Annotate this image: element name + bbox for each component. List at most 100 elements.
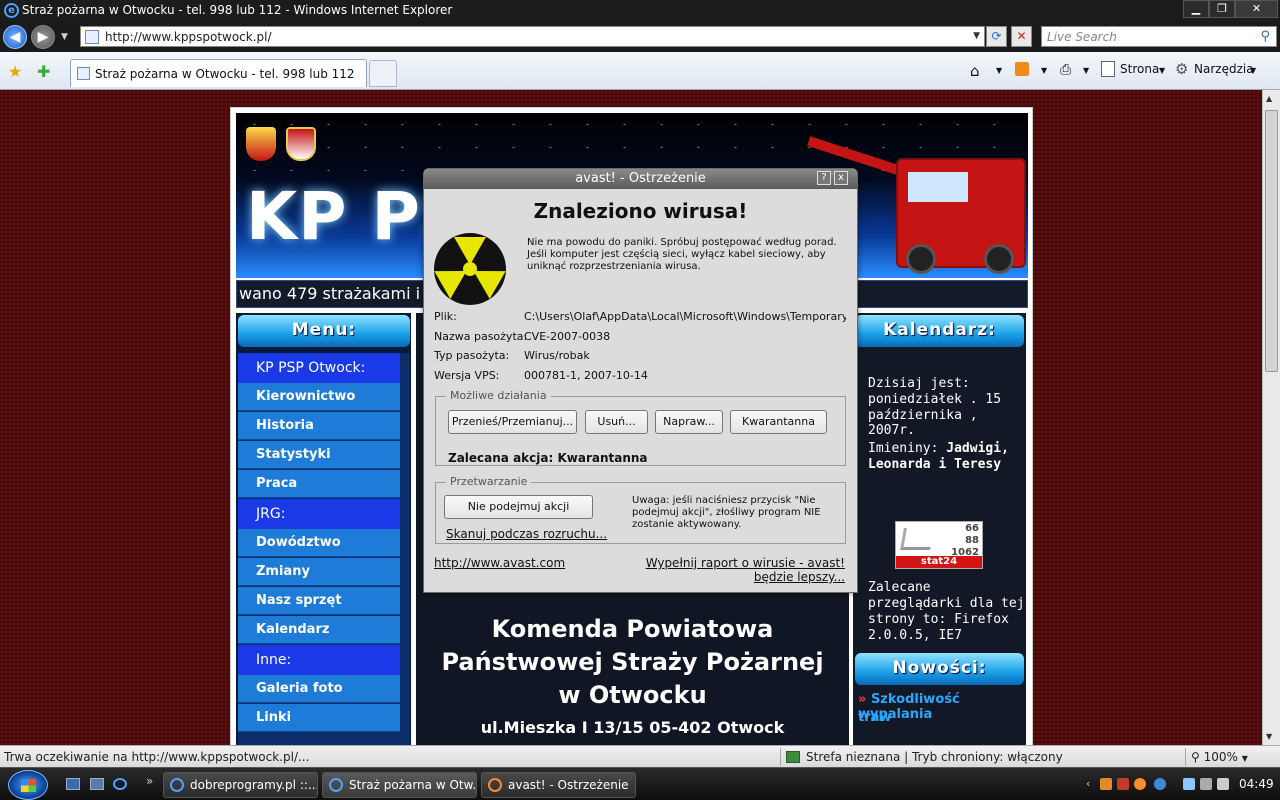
processing-group: Przetwarzanie Nie podejmuj akcji Skanuj … <box>435 475 846 544</box>
back-arrow-icon[interactable]: ◀ <box>3 25 27 49</box>
address-dropdown-icon[interactable]: ▼ <box>973 31 980 41</box>
vps-version-label: Wersja VPS: <box>434 369 500 382</box>
menu-item[interactable]: Statystyki <box>238 441 400 469</box>
home-dropdown-icon[interactable]: ▼ <box>996 66 1002 75</box>
minimize-button[interactable]: ▁ <box>1183 0 1209 18</box>
status-text: Trwa oczekiwanie na http://www.kppspotwo… <box>4 750 310 764</box>
headquarters-address: ul.Mieszka I 13/15 05-402 Otwock <box>480 718 785 737</box>
tools-menu-dropdown-icon[interactable]: ▼ <box>1250 66 1256 75</box>
name-day-names2: Leonarda i Teresy <box>868 457 1002 472</box>
avast-tray-icon[interactable] <box>1134 778 1146 790</box>
dialog-close-button[interactable]: x <box>834 171 848 185</box>
tab-active[interactable]: Straż pożarna w Otwocku - tel. 998 lub 1… <box>70 59 367 87</box>
zoom-dropdown-icon[interactable]: ▼ <box>1242 754 1248 763</box>
maximize-button[interactable]: ❐ <box>1209 0 1235 18</box>
radiation-warning-icon <box>434 233 506 305</box>
menu-item[interactable]: Dowództwo <box>238 529 400 557</box>
news-link-text2[interactable]: traw <box>858 710 891 725</box>
tray-icon-6[interactable] <box>1200 778 1212 790</box>
switch-windows-icon[interactable] <box>90 778 104 790</box>
taskbar-item-label: dobreprogramy.pl ::... <box>190 778 318 792</box>
new-tab-button[interactable] <box>369 60 397 87</box>
favorites-star-icon[interactable]: ★ <box>8 62 22 81</box>
menu-section-header[interactable]: JRG: <box>238 499 400 529</box>
tray-icon-5[interactable] <box>1183 778 1195 790</box>
close-window-button[interactable]: ✕ <box>1235 0 1278 18</box>
move-rename-button[interactable]: Przenieś/Przemianuj... <box>448 410 577 434</box>
news-bullet-icon: » <box>858 692 867 707</box>
tray-icon-2[interactable] <box>1117 778 1129 790</box>
city-crest-icon <box>286 127 316 161</box>
actions-group: Możliwe działania Przenieś/Przemianuj...… <box>435 389 846 466</box>
menu-item[interactable]: Kierownictwo <box>238 383 400 411</box>
today-date-line1: poniedziałek . 15 <box>868 392 1002 407</box>
clock[interactable]: 04:49 <box>1239 777 1274 791</box>
file-label: Plik: <box>434 310 457 323</box>
add-favorite-icon[interactable]: ✚ <box>37 62 50 81</box>
dialog-help-button[interactable]: ? <box>817 171 831 185</box>
menu-section-header[interactable]: Inne: <box>238 645 400 675</box>
address-toolbar: ◀ ▶ ▼ http://www.kppspotwock.pl/ ▼ ⟳ ✕ L… <box>0 22 1280 52</box>
tab-page-icon <box>77 67 90 80</box>
avast-warning-dialog: avast! - Ostrzeżenie ? x Znaleziono wiru… <box>423 168 858 593</box>
menu-item[interactable]: Nasz sprzęt <box>238 587 400 615</box>
tray-icon-1[interactable] <box>1100 778 1112 790</box>
network-tray-icon[interactable] <box>1154 778 1166 790</box>
delete-button[interactable]: Usuń... <box>585 410 648 434</box>
zoom-level[interactable]: ⚲ 100% ▼ <box>1191 750 1248 764</box>
tray-expand-icon[interactable]: ‹ <box>1086 777 1090 790</box>
fire-service-crest-icon <box>246 127 276 161</box>
ie-quicklaunch-icon[interactable] <box>113 778 127 790</box>
vertical-scrollbar[interactable]: ▲ ▼ <box>1262 90 1280 745</box>
no-action-button[interactable]: Nie podejmuj akcji <box>444 495 593 519</box>
avast-website-link[interactable]: http://www.avast.com <box>434 556 565 570</box>
page-menu[interactable]: Strona <box>1120 62 1159 76</box>
quicklaunch-more-icon[interactable]: » <box>146 774 153 788</box>
browsers-line1: Zalecane <box>868 580 931 595</box>
stat24-counter[interactable]: 66 88 1062 stat24 <box>895 521 983 569</box>
scroll-thumb[interactable] <box>1265 110 1278 372</box>
taskbar-item-avast[interactable]: avast! - Ostrzeżenie <box>481 772 636 798</box>
virus-report-link[interactable]: Wypełnij raport o wirusie - avast! będzi… <box>615 556 845 584</box>
forward-arrow-icon[interactable]: ▶ <box>31 25 55 49</box>
menu-item[interactable]: Kalendarz zmianowy <box>238 616 400 665</box>
tools-menu[interactable]: Narzędzia <box>1194 62 1254 76</box>
stop-icon[interactable]: ✕ <box>1011 26 1032 47</box>
search-input[interactable]: Live Search ⚲ <box>1041 26 1277 47</box>
show-desktop-icon[interactable] <box>66 778 80 790</box>
taskbar: » dobreprogramy.pl ::... Straż pożarna w… <box>0 767 1280 800</box>
menu-item[interactable]: Linki <box>238 704 400 732</box>
volume-tray-icon[interactable] <box>1217 778 1229 790</box>
address-bar[interactable]: http://www.kppspotwock.pl/ ▼ <box>80 26 985 47</box>
parasite-type-label: Typ pasożyta: <box>434 349 510 362</box>
page-menu-dropdown-icon[interactable]: ▼ <box>1159 66 1165 75</box>
home-icon[interactable]: ⌂ <box>970 62 980 80</box>
menu-item[interactable]: Praca <box>238 470 400 498</box>
zoom-magnifier-icon: ⚲ <box>1191 750 1200 764</box>
rss-feed-icon[interactable] <box>1015 62 1029 76</box>
search-icon[interactable]: ⚲ <box>1260 29 1270 44</box>
refresh-icon[interactable]: ⟳ <box>986 26 1007 47</box>
parasite-type-value: Wirus/robak <box>524 349 590 362</box>
page-content: KP PSP wano 479 strażakami i 72 w Menu: … <box>0 90 1262 745</box>
menu-list: KP PSP Otwock: Kierownictwo Historia Statys… <box>238 353 410 745</box>
start-button[interactable] <box>8 770 48 800</box>
scroll-up-icon[interactable]: ▲ <box>1266 94 1272 103</box>
menu-section-header[interactable]: KP PSP Otwock: <box>238 353 400 383</box>
repair-button[interactable]: Napraw... <box>655 410 723 434</box>
scroll-down-icon[interactable]: ▼ <box>1266 732 1272 741</box>
feed-dropdown-icon[interactable]: ▼ <box>1041 66 1047 75</box>
menu-item[interactable]: Historia <box>238 412 400 440</box>
page-menu-icon <box>1101 61 1115 77</box>
print-icon[interactable]: ⎙ <box>1060 62 1071 78</box>
taskbar-item-dobreprogramy[interactable]: dobreprogramy.pl ::... <box>163 772 318 798</box>
quarantine-button[interactable]: Kwarantanna <box>730 410 827 434</box>
history-dropdown-icon[interactable]: ▼ <box>61 32 68 42</box>
scan-on-boot-link[interactable]: Skanuj podczas rozruchu... <box>446 527 607 541</box>
status-separator-2 <box>1185 748 1186 766</box>
print-dropdown-icon[interactable]: ▼ <box>1083 66 1089 75</box>
menu-item[interactable]: Galeria foto <box>238 675 400 703</box>
taskbar-item-straz[interactable]: Straż pożarna w Otw... <box>322 772 477 798</box>
menu-item[interactable]: Zmiany <box>238 558 400 586</box>
security-zone[interactable]: Strefa nieznana | Tryb chroniony: włączo… <box>786 750 1063 764</box>
